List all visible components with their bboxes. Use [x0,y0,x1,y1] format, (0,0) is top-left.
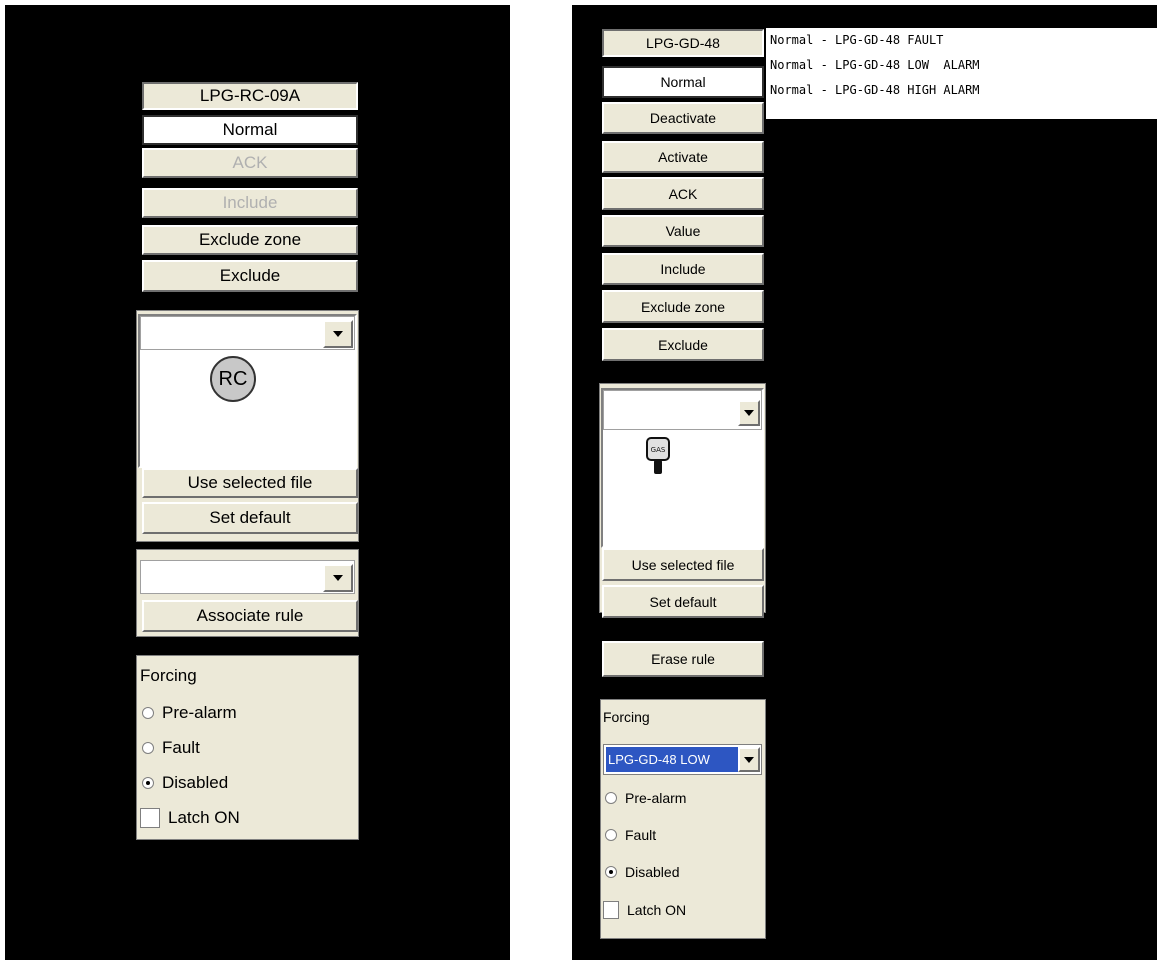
gas-detector-icon: GAS [646,437,670,474]
set-default-button-gd[interactable]: Set default [602,585,764,618]
radio-label: Pre-alarm [162,703,237,722]
forcing-label-gd: Forcing [603,709,650,725]
radio-label: Fault [625,827,657,843]
radio-label: Pre-alarm [625,790,687,806]
radio-disabled-gd[interactable]: Disabled [605,864,679,880]
alarm-list-item[interactable]: Normal - LPG-GD-48 HIGH ALARM [770,83,980,97]
checkbox-label: Latch ON [627,902,687,918]
chevron-down-icon[interactable] [323,564,353,592]
forcing-selected-value: LPG-GD-48 LOW [606,747,739,772]
forcing-select-gd[interactable]: LPG-GD-48 LOW [603,744,762,775]
include-button-rc[interactable]: Include [142,188,358,218]
rc-device-icon: RC [210,356,256,402]
radio-circle[interactable] [605,829,617,841]
chevron-down-icon[interactable] [738,400,760,426]
erase-rule-button-gd[interactable]: Erase rule [602,641,764,677]
forcing-label-rc: Forcing [140,666,197,685]
chevron-down-icon[interactable] [323,320,353,348]
include-button-gd[interactable]: Include [602,253,764,285]
left-panel: LPG-RC-09A Normal ACK Include Exclude zo… [5,5,510,960]
deactivate-button-gd[interactable]: Deactivate [602,102,764,134]
radio-pre-alarm-gd[interactable]: Pre-alarm [605,790,686,806]
latch-on-checkbox-gd[interactable]: Latch ON [603,901,686,919]
svg-text:GAS: GAS [651,446,666,454]
ack-button-gd[interactable]: ACK [602,177,764,210]
ack-button-rc[interactable]: ACK [142,148,358,178]
associate-rule-button-rc[interactable]: Associate rule [142,600,358,632]
checkbox-box[interactable] [603,901,619,919]
exclude-zone-button-gd[interactable]: Exclude zone [602,290,764,323]
radio-label: Disabled [162,773,229,792]
activate-button-gd[interactable]: Activate [602,141,764,173]
radio-disabled-rc[interactable]: Disabled [142,773,228,793]
status-field-rc: Normal [142,115,358,145]
latch-on-checkbox-rc[interactable]: Latch ON [140,808,240,828]
radio-circle[interactable] [142,707,154,719]
radio-circle-selected[interactable] [142,777,154,789]
alarm-list[interactable]: Normal - LPG-GD-48 FAULT Normal - LPG-GD… [766,28,1157,119]
radio-circle[interactable] [605,792,617,804]
image-file-select-gd[interactable] [603,390,762,430]
alarm-list-item[interactable]: Normal - LPG-GD-48 FAULT [770,33,943,47]
use-selected-file-button-rc[interactable]: Use selected file [142,468,358,498]
set-default-button-rc[interactable]: Set default [142,502,358,534]
image-file-select-rc[interactable] [140,316,355,350]
radio-fault-rc[interactable]: Fault [142,738,200,758]
radio-fault-gd[interactable]: Fault [605,827,656,843]
radio-pre-alarm-rc[interactable]: Pre-alarm [142,703,237,723]
value-button-gd[interactable]: Value [602,215,764,247]
radio-label: Disabled [625,864,680,880]
use-selected-file-button-gd[interactable]: Use selected file [602,548,764,581]
device-tag-gd: LPG-GD-48 [602,29,764,57]
radio-circle[interactable] [142,742,154,754]
right-panel: LPG-GD-48 Normal Deactivate Activate ACK… [572,5,1157,960]
device-tag-rc: LPG-RC-09A [142,82,358,110]
chevron-down-icon[interactable] [738,747,760,772]
exclude-button-gd[interactable]: Exclude [602,328,764,361]
exclude-zone-button-rc[interactable]: Exclude zone [142,225,358,255]
checkbox-label: Latch ON [168,808,240,827]
checkbox-box[interactable] [140,808,160,828]
rule-select-rc[interactable] [140,560,355,594]
status-field-gd: Normal [602,66,764,98]
radio-label: Fault [162,738,200,757]
alarm-list-item[interactable]: Normal - LPG-GD-48 LOW ALARM [770,58,980,72]
radio-circle-selected[interactable] [605,866,617,878]
exclude-button-rc[interactable]: Exclude [142,260,358,292]
